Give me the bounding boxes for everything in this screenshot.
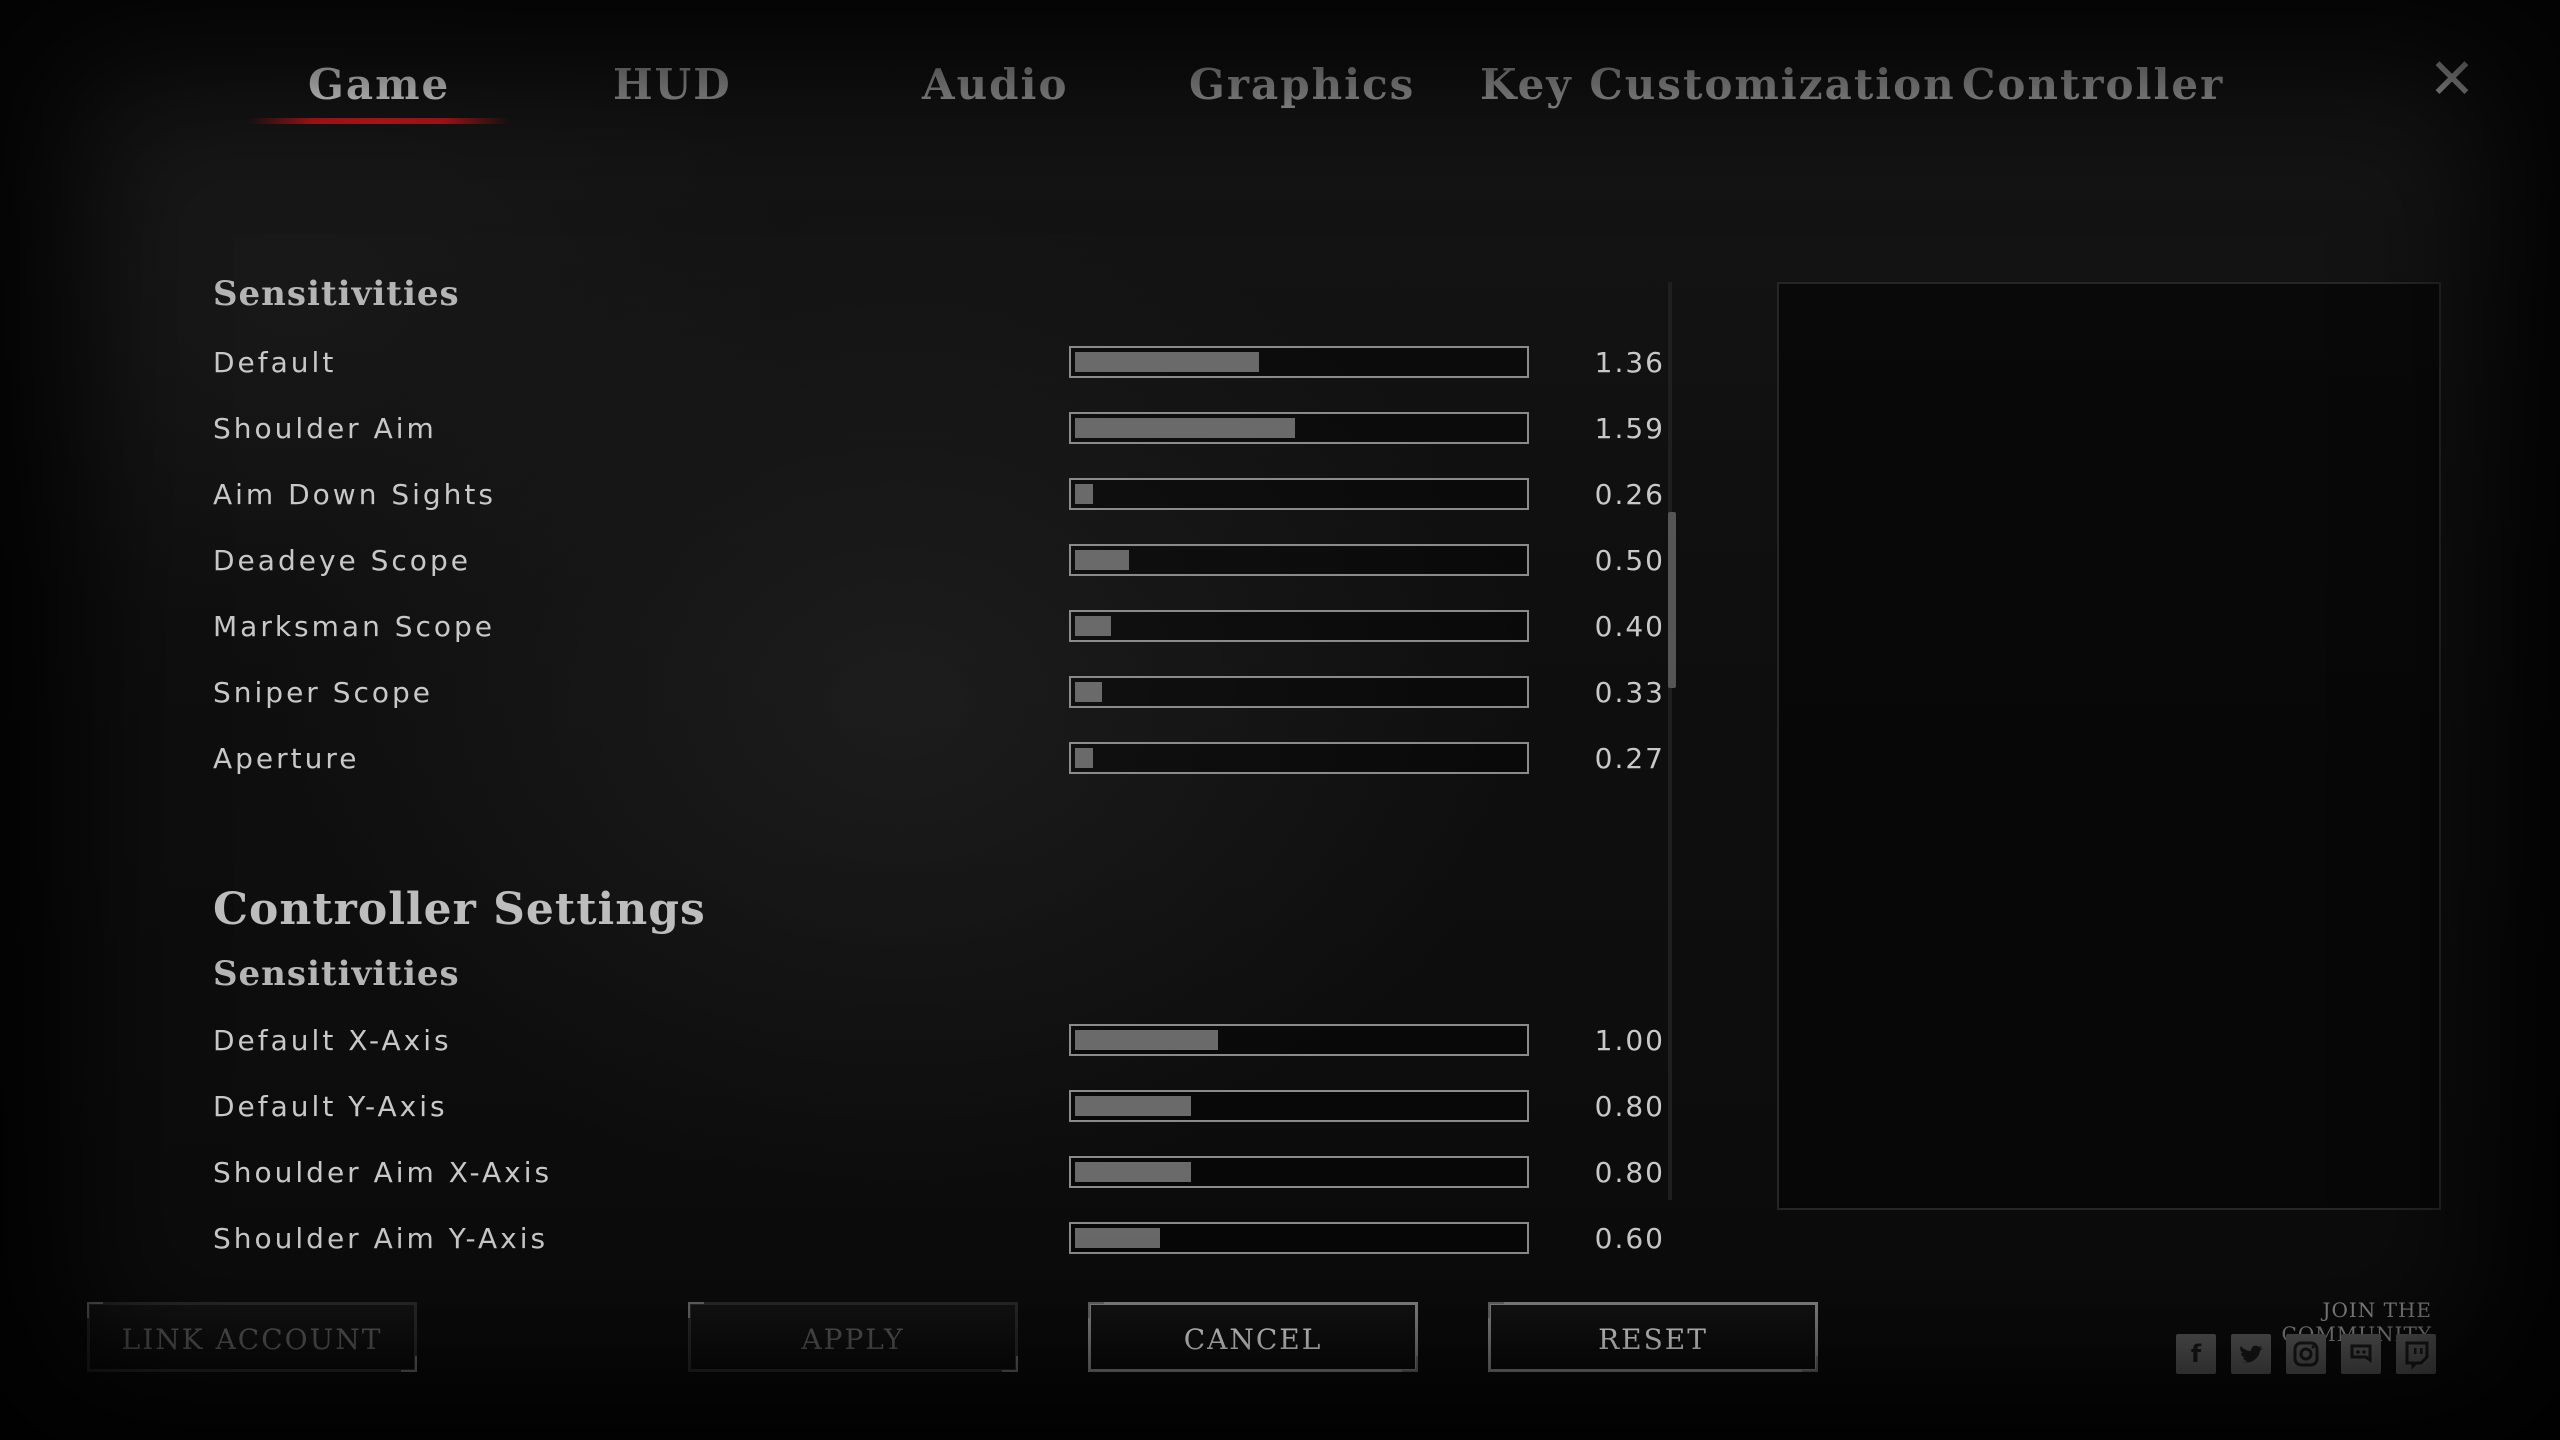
sensitivity-slider[interactable] <box>1069 346 1529 378</box>
sensitivity-slider[interactable] <box>1069 1156 1529 1188</box>
link-account-button[interactable]: LINK ACCOUNT <box>87 1302 417 1372</box>
setting-value: 0.80 <box>1594 1090 1665 1123</box>
setting-row: Shoulder Aim X-Axis 0.80 <box>213 1150 1673 1200</box>
slider-fill <box>1075 1096 1191 1116</box>
tab-key-customization[interactable]: Key Customization <box>1480 52 1956 118</box>
apply-button[interactable]: APPLY <box>688 1302 1018 1372</box>
discord-icon[interactable] <box>2341 1334 2381 1374</box>
sensitivity-slider[interactable] <box>1069 610 1529 642</box>
setting-label: Default <box>213 346 337 379</box>
setting-label: Shoulder Aim Y-Axis <box>213 1222 549 1255</box>
setting-value: 0.40 <box>1594 610 1665 643</box>
slider-fill <box>1075 748 1093 768</box>
setting-value: 0.50 <box>1594 544 1665 577</box>
tab-game[interactable]: Game <box>248 52 511 124</box>
setting-row: Aim Down Sights 0.26 <box>213 472 1673 522</box>
setting-row: Marksman Scope 0.40 <box>213 604 1673 654</box>
tab-hud[interactable]: HUD <box>613 52 732 118</box>
cancel-button[interactable]: CANCEL <box>1088 1302 1418 1372</box>
active-tab-underline <box>248 118 511 124</box>
tab-controller[interactable]: Controller <box>1962 52 2224 118</box>
instagram-icon[interactable] <box>2286 1334 2326 1374</box>
slider-fill <box>1075 616 1111 636</box>
scrollbar-thumb[interactable] <box>1668 512 1676 688</box>
tab-graphics[interactable]: Graphics <box>1189 52 1415 118</box>
tab-graphics-label: Graphics <box>1189 60 1416 109</box>
tab-key-customization-label: Key Customization <box>1480 60 1956 109</box>
setting-label: Default Y-Axis <box>213 1090 448 1123</box>
twitter-icon[interactable] <box>2231 1334 2271 1374</box>
sensitivity-slider[interactable] <box>1069 478 1529 510</box>
setting-label: Sniper Scope <box>213 676 434 709</box>
setting-label: Shoulder Aim <box>213 412 437 445</box>
slider-fill <box>1075 550 1129 570</box>
sensitivities-heading: Sensitivities <box>213 274 460 314</box>
setting-label: Marksman Scope <box>213 610 496 643</box>
setting-label: Default X-Axis <box>213 1024 452 1057</box>
facebook-icon[interactable]: f <box>2176 1334 2216 1374</box>
twitch-icon[interactable] <box>2396 1334 2436 1374</box>
setting-row: Aperture 0.27 <box>213 736 1673 786</box>
slider-fill <box>1075 1228 1160 1248</box>
setting-row: Default 1.36 <box>213 340 1673 390</box>
setting-label: Aim Down Sights <box>213 478 496 511</box>
reset-button[interactable]: RESET <box>1488 1302 1818 1372</box>
setting-label: Deadeye Scope <box>213 544 471 577</box>
tab-audio[interactable]: Audio <box>922 52 1068 118</box>
sensitivity-slider[interactable] <box>1069 1222 1529 1254</box>
slider-fill <box>1075 1162 1191 1182</box>
setting-value: 1.59 <box>1594 412 1665 445</box>
slider-fill <box>1075 682 1102 702</box>
tab-hud-label: HUD <box>613 60 732 109</box>
tab-bar: Game HUD Audio Graphics Key Customizatio… <box>0 52 2560 124</box>
setting-value: 0.33 <box>1594 676 1665 709</box>
setting-value: 1.36 <box>1594 346 1665 379</box>
close-icon[interactable]: ✕ <box>2424 52 2480 108</box>
sensitivity-slider[interactable] <box>1069 742 1529 774</box>
slider-fill <box>1075 352 1259 372</box>
controller-settings-title: Controller Settings <box>213 884 706 935</box>
setting-row: Sniper Scope 0.33 <box>213 670 1673 720</box>
tab-controller-label: Controller <box>1962 60 2225 109</box>
setting-label: Aperture <box>213 742 360 775</box>
scrollbar-track[interactable] <box>1668 282 1672 1200</box>
sensitivity-slider[interactable] <box>1069 544 1529 576</box>
setting-value: 0.60 <box>1594 1222 1665 1255</box>
sensitivity-slider[interactable] <box>1069 676 1529 708</box>
slider-fill <box>1075 484 1093 504</box>
slider-fill <box>1075 418 1295 438</box>
slider-fill <box>1075 1030 1218 1050</box>
setting-label: Shoulder Aim X-Axis <box>213 1156 553 1189</box>
setting-value: 0.26 <box>1594 478 1665 511</box>
setting-row: Shoulder Aim 1.59 <box>213 406 1673 456</box>
setting-row: Default Y-Axis 0.80 <box>213 1084 1673 1134</box>
setting-value: 1.00 <box>1594 1024 1665 1057</box>
setting-value: 0.27 <box>1594 742 1665 775</box>
setting-row: Default X-Axis 1.00 <box>213 1018 1673 1068</box>
sensitivity-slider[interactable] <box>1069 1090 1529 1122</box>
setting-row: Deadeye Scope 0.50 <box>213 538 1673 588</box>
controller-sensitivities-heading: Sensitivities <box>213 954 460 994</box>
setting-value: 0.80 <box>1594 1156 1665 1189</box>
tab-audio-label: Audio <box>922 60 1069 109</box>
setting-row: Shoulder Aim Y-Axis 0.60 <box>213 1216 1673 1266</box>
preview-panel <box>1777 282 2441 1210</box>
sensitivity-slider[interactable] <box>1069 412 1529 444</box>
sensitivity-slider[interactable] <box>1069 1024 1529 1056</box>
tab-game-label: Game <box>308 60 451 109</box>
